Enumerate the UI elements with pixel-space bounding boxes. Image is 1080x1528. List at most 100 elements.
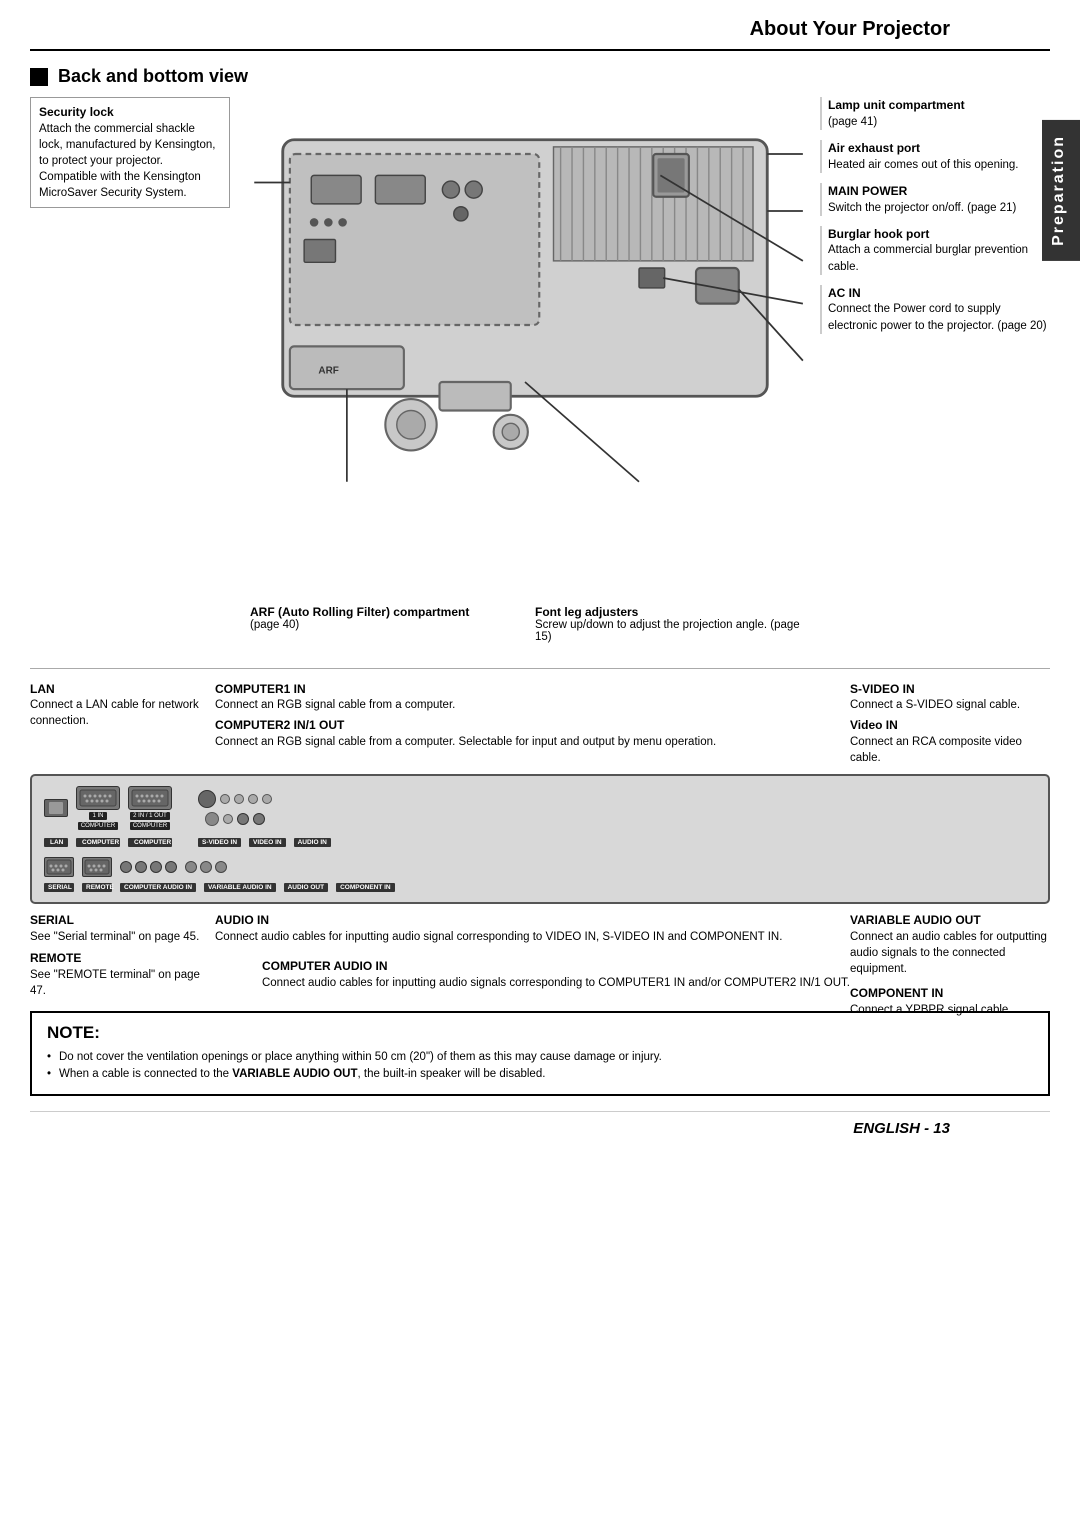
arf-title: ARF (Auto Rolling Filter) compartment [250,605,515,619]
computer1in-text: Connect an RGB signal cable from a compu… [215,697,835,713]
computer2-port: 2 IN / 1 OUT COMPUTER [128,786,172,830]
comp-audio-title: AUDIO IN [215,912,835,929]
serial-port [44,857,74,877]
serial-title: SERIAL [30,912,200,929]
videoin-title: Video IN [850,717,1050,734]
audio-in-port-2 [253,813,265,825]
arf-label: ARF (Auto Rolling Filter) compartment (p… [250,605,515,643]
remote-text: See "REMOTE terminal" on page 47. [30,967,200,999]
projector-svg: ARF [240,97,810,582]
audio-in-title: COMPUTER AUDIO IN [262,958,850,975]
serial-label: SERIAL See "Serial terminal" on page 45. [30,912,200,945]
air-exhaust-annotation: Air exhaust port Heated air comes out of… [820,140,1050,173]
r-audio-port [262,794,272,804]
computer2-port-label: 2 IN / 1 OUT [130,812,170,820]
bottom-labels: ARF (Auto Rolling Filter) compartment (p… [30,605,1050,643]
computer2-port-label2: COMPUTER [130,822,170,830]
lan-title: LAN [30,681,200,698]
remote-strip: REMOTE [82,883,112,892]
computer1-port-label2: COMPUTER [78,822,118,830]
note-list: Do not cover the ventilation openings or… [47,1049,1033,1084]
svideo-ports [198,790,272,808]
variable-audio-in-strip: VARIABLE AUDIO IN [204,883,276,892]
computer1-port: 1 IN COMPUTER [76,786,120,830]
computer1-port-label: 1 IN [89,812,106,820]
computer-audio-in-strip: COMPUTER AUDIO IN [120,883,196,892]
remote-label: REMOTE See "REMOTE terminal" on page 47. [30,950,200,999]
audio-in-port-1 [237,813,249,825]
main-content: Security lock Attach the commercial shac… [30,97,1050,1096]
serial-text: See "Serial terminal" on page 45. [30,929,200,945]
burglar-hook-annotation: Burglar hook port Attach a commercial bu… [820,226,1050,275]
audio-in-text: Connect audio cables for inputting audio… [262,975,850,991]
right-annotations: Lamp unit compartment (page 41) Air exha… [820,97,1050,585]
arf-text: (page 40) [250,619,515,631]
comp-audio-label: AUDIO IN Connect audio cables for inputt… [215,912,835,945]
computer1-strip: COMPUTER [76,838,120,847]
video-row2 [205,812,265,826]
connector-row-2 [44,857,1036,877]
connector-panel: 1 IN COMPUTER [30,774,1050,904]
computer2-text: Connect an RGB signal cable from a compu… [215,734,835,750]
right-bottom-labels: VARIABLE AUDIO OUT Connect an audio cabl… [850,912,1050,1018]
projector-diagram: ARF [240,97,810,585]
remote-port [82,857,112,877]
computer1in-title: COMPUTER1 IN [215,681,835,698]
ac-in-text: Connect the Power cord to supply electro… [828,301,1050,333]
variable-audio-out-label: VARIABLE AUDIO OUT Connect an audio cabl… [850,912,1050,977]
lamp-unit-text: (page 41) [828,114,1050,130]
air-exhaust-text: Heated air comes out of this opening. [828,157,1050,173]
note-item-2: When a cable is connected to the VARIABL… [47,1066,1033,1083]
svg-text:ARF: ARF [318,365,339,376]
serial-strip: SERIAL [44,883,74,892]
videoin-strip: VIDEO IN [249,838,286,847]
connector-section: LAN Connect a LAN cable for network conn… [30,681,1050,992]
lan-text: Connect a LAN cable for network connecti… [30,697,200,729]
computer2-strip: COMPUTER [128,838,172,847]
footer-text: ENGLISH - 13 [853,1120,950,1137]
serial-port-shape [44,857,74,877]
variable-audio-ports [120,861,177,873]
left-annotations: Security lock Attach the commercial shac… [30,97,230,585]
font-leg-label: Font leg adjusters Screw up/down to adju… [535,605,800,643]
component-port-3 [215,861,227,873]
pb-port [234,794,244,804]
videoin-text: Connect an RCA composite video cable. [850,734,1050,766]
note-item-1: Do not cover the ventilation openings or… [47,1049,1033,1066]
var-audio-out-1 [150,861,162,873]
component-in-text: Connect a YPBPR signal cable. [850,1002,1050,1018]
connector-top-labels: LAN Connect a LAN cable for network conn… [30,681,1050,767]
lamp-unit-annotation: Lamp unit compartment (page 41) [820,97,1050,130]
main-power-text: Switch the projector on/off. (page 21) [828,200,1050,216]
svideo-port-shape [198,790,216,808]
variable-audio-out-title: VARIABLE AUDIO OUT [850,912,1050,929]
audio-out-strip: AUDIO OUT [284,883,328,892]
note-section: NOTE: Do not cover the ventilation openi… [30,1011,1050,1096]
svideo-label: S-VIDEO IN Connect a S-VIDEO signal cabl… [850,681,1050,767]
video-port-shape [205,812,219,826]
font-leg-text: Screw up/down to adjust the projection a… [535,619,800,643]
section-icon [30,68,48,86]
diagram-section: Security lock Attach the commercial shac… [30,97,1050,585]
section-title: Back and bottom view [58,66,248,87]
component-in-label: COMPONENT IN Connect a YPBPR signal cabl… [850,985,1050,1018]
security-lock-text: Attach the commercial shackle lock, manu… [39,121,221,201]
var-audio-out-2 [165,861,177,873]
lamp-unit-title: Lamp unit compartment [828,97,1050,114]
burglar-hook-title: Burglar hook port [828,226,1050,243]
svideo-text: Connect a S-VIDEO signal cable. [850,697,1050,713]
lan-port [44,799,68,817]
main-power-title: MAIN POWER [828,183,1050,200]
audio-in-label-block: COMPUTER AUDIO IN Connect audio cables f… [262,958,850,991]
component-in-strip: COMPONENT IN [336,883,395,892]
page-header: About Your Projector [30,0,1050,51]
connector-row-1: 1 IN COMPUTER [44,786,1036,830]
main-power-annotation: MAIN POWER Switch the projector on/off. … [820,183,1050,216]
page-title: About Your Projector [750,18,950,40]
lan-label: LAN Connect a LAN cable for network conn… [30,681,200,767]
security-lock-annotation: Security lock Attach the commercial shac… [30,97,230,208]
page-footer: ENGLISH - 13 [30,1111,1050,1145]
y-port [220,794,230,804]
remote-port-shape [82,857,112,877]
ac-in-annotation: AC IN Connect the Power cord to supply e… [820,285,1050,334]
